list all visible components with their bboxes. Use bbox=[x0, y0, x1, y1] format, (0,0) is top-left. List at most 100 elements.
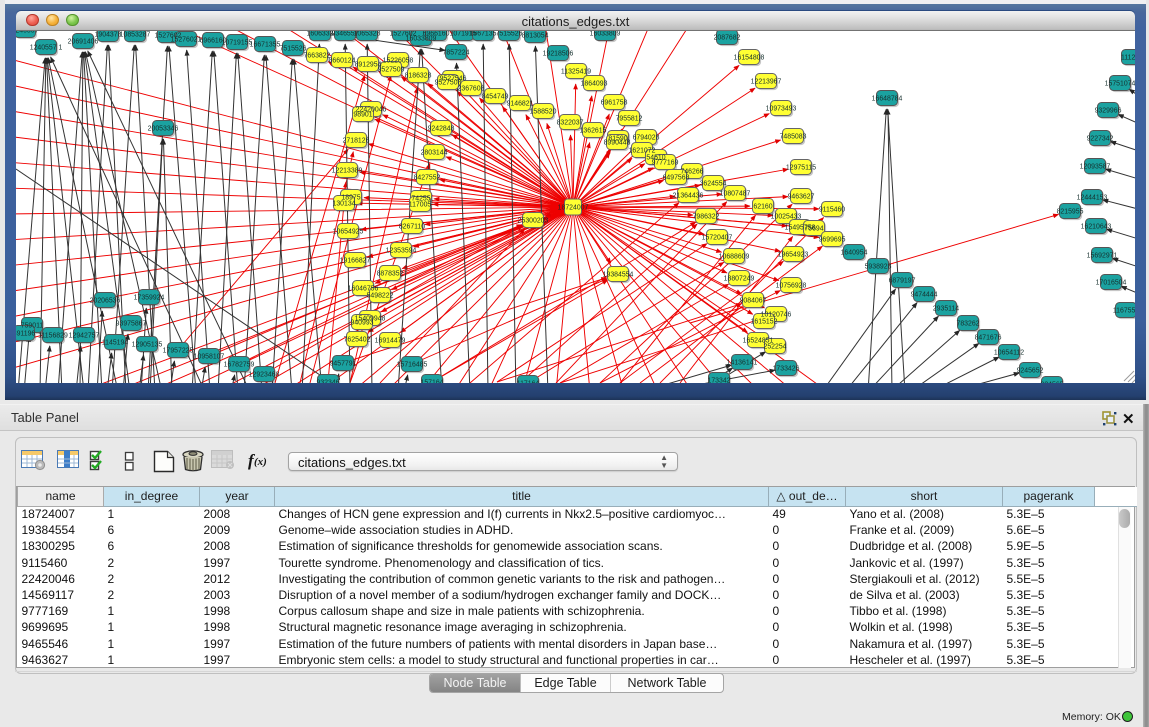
svg-text:2935114: 2935114 bbox=[933, 306, 959, 313]
svg-text:16914479: 16914479 bbox=[375, 338, 406, 345]
svg-text:10807487: 10807487 bbox=[720, 191, 751, 198]
svg-text:25300203: 25300203 bbox=[518, 218, 549, 225]
svg-text:1240557 1: 1240557 1 bbox=[30, 45, 63, 52]
svg-text:20206536: 20206536 bbox=[90, 298, 121, 305]
svg-text:9527509: 9527509 bbox=[378, 67, 405, 74]
svg-text:98901: 98901 bbox=[353, 112, 372, 119]
svg-text:20053346: 20053346 bbox=[148, 126, 179, 133]
svg-text:2087682: 2087682 bbox=[714, 35, 741, 42]
svg-text:1864093: 1864093 bbox=[581, 81, 608, 88]
svg-text:17016504: 17016504 bbox=[1096, 280, 1127, 287]
svg-text:2367608: 2367608 bbox=[458, 86, 485, 93]
svg-text:6961758: 6961758 bbox=[601, 100, 628, 107]
svg-text:75694: 75694 bbox=[804, 226, 823, 233]
svg-text:117164: 117164 bbox=[517, 381, 540, 384]
svg-text:8427552: 8427552 bbox=[414, 175, 441, 182]
svg-text:1733426: 1733426 bbox=[773, 366, 800, 373]
svg-text:19218506: 19218506 bbox=[543, 51, 574, 58]
svg-text:9146821: 9146821 bbox=[507, 101, 534, 108]
svg-text:5498222: 5498222 bbox=[367, 293, 394, 300]
svg-text:3624554: 3624554 bbox=[700, 181, 727, 188]
svg-text:8813054: 8813054 bbox=[522, 33, 549, 40]
svg-text:6794028: 6794028 bbox=[633, 135, 660, 142]
svg-text:7663822: 7663822 bbox=[304, 53, 331, 60]
svg-text:9227342: 9227342 bbox=[1087, 136, 1114, 143]
svg-text:1362615: 1362615 bbox=[580, 128, 607, 135]
svg-text:10120746: 10120746 bbox=[761, 312, 792, 319]
svg-text:6497568: 6497568 bbox=[663, 175, 690, 182]
svg-text:12905135: 12905135 bbox=[132, 342, 163, 349]
svg-text:19166827: 19166827 bbox=[340, 258, 371, 265]
svg-text:9245652: 9245652 bbox=[1017, 368, 1044, 375]
svg-text:1621072: 1621072 bbox=[629, 148, 656, 155]
svg-text:1606332: 1606332 bbox=[307, 31, 334, 38]
svg-text:17957225: 17957225 bbox=[163, 348, 194, 355]
svg-text:1588520: 1588520 bbox=[530, 109, 557, 116]
svg-text:21364436: 21364436 bbox=[673, 193, 704, 200]
svg-text:8267110: 8267110 bbox=[399, 224, 425, 231]
svg-text:12942757: 12942757 bbox=[69, 333, 100, 340]
svg-text:12213967: 12213967 bbox=[751, 79, 782, 86]
svg-text:12093587: 12093587 bbox=[1080, 164, 1111, 171]
svg-text:9242848: 9242848 bbox=[428, 126, 455, 133]
svg-text:7515526: 7515526 bbox=[280, 46, 307, 53]
svg-text:7955812: 7955812 bbox=[616, 116, 643, 123]
svg-text:8990448: 8990448 bbox=[604, 140, 631, 147]
svg-text:7986322: 7986322 bbox=[693, 214, 720, 221]
svg-text:130134: 130134 bbox=[333, 201, 356, 208]
svg-text:924565: 924565 bbox=[1041, 382, 1064, 384]
svg-text:10719155: 10719155 bbox=[222, 40, 253, 47]
svg-text:16671355: 16671355 bbox=[250, 42, 281, 49]
svg-text:6879197: 6879197 bbox=[889, 278, 916, 285]
svg-text:1167553: 1167553 bbox=[1113, 308, 1135, 315]
svg-text:940993: 940993 bbox=[351, 320, 374, 327]
svg-text:1065328: 1065328 bbox=[354, 31, 381, 38]
svg-text:20691406: 20691406 bbox=[68, 39, 99, 46]
svg-text:19384554: 19384554 bbox=[603, 272, 634, 279]
svg-text:10654925: 10654925 bbox=[333, 229, 364, 236]
svg-text:2718126: 2718126 bbox=[343, 138, 370, 145]
svg-text:117005: 117005 bbox=[409, 202, 432, 209]
svg-text:16782759: 16782759 bbox=[224, 362, 255, 369]
svg-text:10756928: 10756928 bbox=[776, 283, 807, 290]
svg-text:15716485: 15716485 bbox=[397, 362, 428, 369]
svg-text:93975867: 93975867 bbox=[116, 321, 147, 328]
svg-text:8215955: 8215955 bbox=[1057, 209, 1084, 216]
svg-text:12444153: 12444153 bbox=[1077, 195, 1108, 202]
svg-text:8660124: 8660124 bbox=[329, 58, 356, 65]
svg-text:1640954: 1640954 bbox=[841, 250, 868, 257]
svg-text:15751074: 15751074 bbox=[1105, 81, 1135, 88]
svg-text:16033809: 16033809 bbox=[590, 31, 621, 38]
svg-text:10688609: 10688609 bbox=[719, 254, 750, 261]
svg-text:8878352: 8878352 bbox=[377, 271, 404, 278]
svg-text:9457791: 9457791 bbox=[330, 361, 357, 368]
svg-text:12213389: 12213389 bbox=[332, 168, 363, 175]
svg-text:2803144: 2803144 bbox=[421, 150, 448, 157]
svg-text:12353594: 12353594 bbox=[386, 248, 417, 255]
svg-text:12923468: 12923468 bbox=[249, 372, 280, 379]
svg-text:391196: 391196 bbox=[16, 331, 35, 338]
svg-text:7625402: 7625402 bbox=[344, 337, 371, 344]
svg-text:10654112: 10654112 bbox=[994, 350, 1024, 357]
svg-text:5938928: 5938928 bbox=[865, 264, 892, 271]
svg-text:8186328: 8186328 bbox=[405, 73, 432, 80]
svg-text:14136141: 14136141 bbox=[727, 360, 758, 367]
svg-text:19654923: 19654923 bbox=[778, 252, 809, 259]
svg-text:15276021: 15276021 bbox=[171, 37, 202, 44]
svg-text:7485083: 7485083 bbox=[780, 134, 807, 141]
svg-text:15692971: 15692971 bbox=[1087, 253, 1118, 260]
svg-text:932346: 932346 bbox=[317, 380, 340, 384]
svg-text:1145194: 1145194 bbox=[102, 340, 128, 347]
svg-text:10853287: 10853287 bbox=[120, 32, 151, 39]
svg-text:8471676: 8471676 bbox=[975, 335, 1002, 342]
svg-text:6966160: 6966160 bbox=[423, 31, 450, 38]
svg-text:16648784: 16648784 bbox=[872, 96, 903, 103]
svg-text:15226058: 15226058 bbox=[383, 58, 414, 65]
svg-text:11156829: 11156829 bbox=[38, 333, 68, 340]
svg-text:(x): (x) bbox=[254, 456, 267, 468]
svg-text:9084067: 9084067 bbox=[740, 298, 767, 305]
svg-text:9329966: 9329966 bbox=[1095, 108, 1122, 115]
svg-text:10025433: 10025433 bbox=[771, 214, 802, 221]
svg-text:62160: 62160 bbox=[753, 204, 772, 211]
svg-text:759011: 759011 bbox=[21, 323, 44, 330]
